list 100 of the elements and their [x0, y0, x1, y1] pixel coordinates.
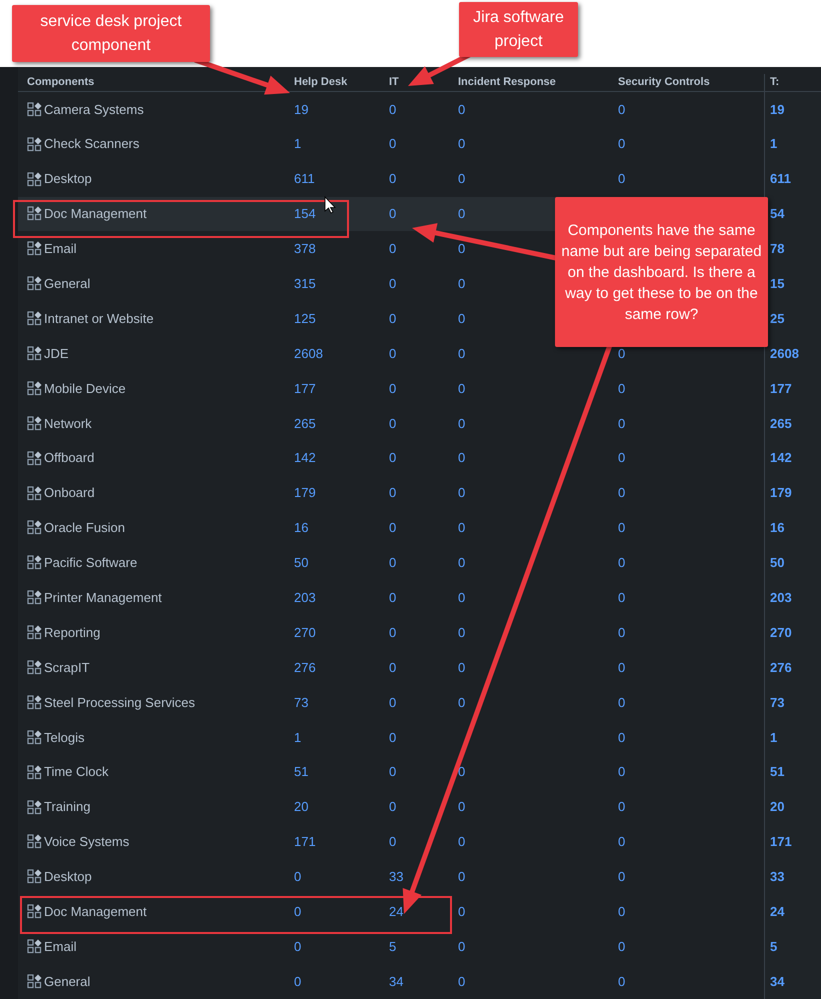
count-link[interactable]: 0 [389, 136, 396, 152]
total-link[interactable]: 177 [770, 378, 792, 398]
count-link[interactable]: 270 [294, 624, 316, 640]
count-link[interactable]: 0 [389, 520, 396, 536]
count-link[interactable]: 0 [389, 206, 396, 222]
count-link[interactable]: 0 [618, 520, 626, 536]
count-link[interactable]: 0 [294, 938, 302, 954]
count-link[interactable]: 0 [618, 590, 626, 605]
count-link[interactable]: 0 [618, 416, 626, 431]
count-link[interactable]: 0 [458, 904, 466, 920]
count-link[interactable]: 0 [618, 764, 626, 780]
total-link[interactable]: 142 [770, 448, 792, 468]
count-link[interactable]: 0 [618, 799, 626, 814]
component-name[interactable]: Voice Systems [44, 832, 130, 852]
count-link[interactable]: 0 [389, 590, 396, 605]
count-link[interactable]: 0 [458, 450, 466, 466]
count-link[interactable]: 51 [294, 764, 308, 780]
count-link[interactable]: 0 [389, 450, 396, 466]
count-link[interactable]: 0 [389, 485, 396, 500]
count-link[interactable]: 0 [389, 102, 396, 117]
count-link[interactable]: 0 [458, 555, 466, 570]
total-link[interactable]: 1 [770, 728, 778, 748]
component-name[interactable]: Printer Management [44, 588, 162, 608]
count-link[interactable]: 0 [389, 660, 396, 675]
count-link[interactable]: 0 [458, 624, 466, 640]
count-link[interactable]: 0 [458, 241, 466, 256]
count-link[interactable]: 0 [389, 834, 396, 850]
count-link[interactable]: 0 [618, 869, 626, 884]
count-link[interactable]: 0 [458, 520, 466, 536]
count-link[interactable]: 0 [389, 555, 396, 570]
count-link[interactable]: 24 [389, 904, 404, 920]
count-link[interactable]: 0 [618, 624, 626, 640]
total-link[interactable]: 20 [770, 797, 784, 817]
count-link[interactable]: 0 [389, 764, 396, 780]
column-header[interactable]: IT [389, 76, 399, 88]
total-link[interactable]: 24 [770, 902, 784, 922]
column-header[interactable]: T: [770, 74, 780, 91]
count-link[interactable]: 0 [458, 346, 466, 361]
component-name[interactable]: Pacific Software [44, 553, 138, 573]
count-link[interactable]: 125 [294, 310, 316, 326]
count-link[interactable]: 0 [618, 938, 626, 954]
count-link[interactable]: 203 [294, 590, 316, 605]
component-name[interactable]: Offboard [44, 448, 94, 468]
count-link[interactable]: 0 [618, 450, 626, 466]
total-link[interactable]: 34 [770, 972, 784, 992]
count-link[interactable]: 171 [294, 834, 316, 850]
count-link[interactable]: 0 [458, 206, 466, 222]
count-link[interactable]: 0 [618, 136, 626, 152]
count-link[interactable]: 1 [294, 136, 302, 152]
column-header[interactable]: Incident Response [458, 76, 556, 88]
component-name[interactable]: Time Clock [44, 762, 109, 782]
component-name[interactable]: Email [44, 936, 77, 956]
count-link[interactable]: 0 [618, 555, 626, 570]
count-link[interactable]: 0 [618, 730, 626, 745]
count-link[interactable]: 0 [618, 171, 626, 186]
count-link[interactable]: 19 [294, 102, 308, 117]
count-link[interactable]: 0 [389, 241, 396, 256]
count-link[interactable]: 0 [389, 799, 396, 814]
count-link[interactable]: 50 [294, 555, 308, 570]
component-name[interactable]: Mobile Device [44, 378, 126, 398]
total-link[interactable]: 1 [770, 134, 778, 154]
count-link[interactable]: 0 [389, 380, 396, 396]
count-link[interactable]: 16 [294, 520, 308, 536]
count-link[interactable]: 1 [294, 730, 302, 745]
count-link[interactable]: 0 [458, 416, 466, 431]
component-name[interactable]: ScrapIT [44, 658, 90, 678]
count-link[interactable]: 34 [389, 974, 404, 989]
total-link[interactable]: 2608 [770, 344, 799, 364]
count-link[interactable]: 0 [389, 624, 396, 640]
component-name[interactable]: Desktop [44, 169, 92, 189]
count-link[interactable]: 154 [294, 206, 316, 222]
total-link[interactable]: 54 [770, 204, 784, 224]
count-link[interactable]: 20 [294, 799, 308, 814]
count-link[interactable]: 0 [458, 310, 466, 326]
total-link[interactable]: 51 [770, 762, 784, 782]
count-link[interactable]: 0 [458, 869, 466, 884]
count-link[interactable]: 179 [294, 485, 316, 500]
total-link[interactable]: 276 [770, 658, 792, 678]
count-link[interactable]: 0 [389, 346, 396, 361]
column-header[interactable]: Components [27, 76, 94, 88]
count-link[interactable]: 0 [294, 904, 302, 920]
component-name[interactable]: Doc Management [44, 902, 147, 922]
total-link[interactable]: 33 [770, 867, 784, 887]
component-name[interactable]: Steel Processing Services [44, 692, 196, 712]
total-link[interactable]: 203 [770, 588, 792, 608]
total-link[interactable]: 19 [770, 100, 784, 120]
count-link[interactable]: 142 [294, 450, 316, 466]
count-link[interactable]: 0 [458, 974, 466, 989]
count-link[interactable]: 0 [389, 694, 396, 710]
component-name[interactable]: Camera Systems [44, 100, 144, 120]
count-link[interactable]: 0 [618, 485, 626, 500]
count-link[interactable]: 0 [458, 171, 466, 186]
component-name[interactable]: Onboard [44, 483, 95, 503]
count-link[interactable]: 378 [294, 241, 316, 256]
count-link[interactable]: 0 [389, 171, 396, 186]
total-link[interactable]: 5 [770, 936, 778, 956]
component-name[interactable]: Intranet or Website [44, 308, 154, 328]
count-link[interactable]: 0 [618, 346, 626, 361]
total-link[interactable]: 171 [770, 832, 792, 852]
total-link[interactable]: 15 [770, 274, 784, 294]
